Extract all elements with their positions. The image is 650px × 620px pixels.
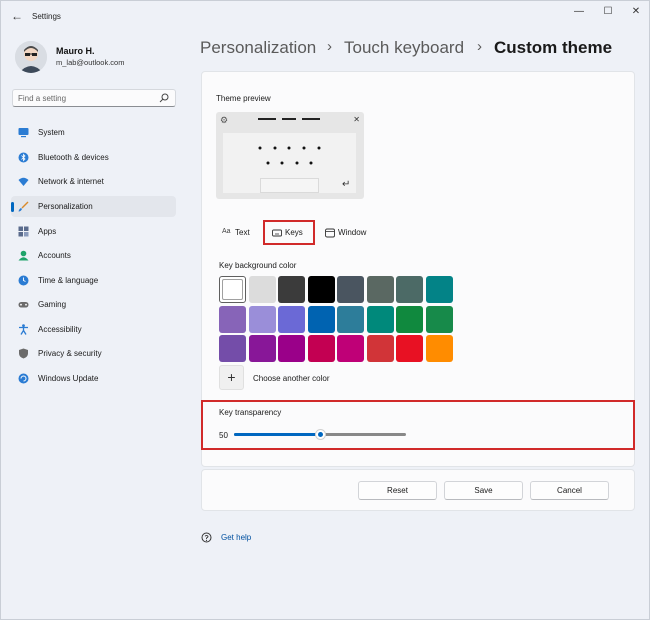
color-swatch[interactable] [425, 335, 453, 362]
close-button[interactable]: ✕ [628, 6, 644, 18]
sidebar-item-label: Personalization [38, 202, 93, 211]
handle-dashes [258, 118, 320, 120]
search-box[interactable] [12, 89, 176, 107]
sidebar-item-time-language[interactable]: Time & language [11, 270, 176, 291]
back-arrow-icon[interactable]: ← [9, 9, 25, 23]
avatar-icon [15, 41, 47, 73]
tab-text[interactable]: Aa Text [222, 223, 256, 243]
sidebar-item-label: Network & internet [38, 177, 104, 186]
color-swatch[interactable] [425, 305, 453, 333]
title-bar: ← Settings — ☐ ✕ [1, 1, 650, 31]
text-aa-icon: Aa [222, 228, 231, 235]
sidebar-item-label: Accounts [38, 251, 71, 260]
sidebar-item-label: System [38, 128, 65, 137]
tab-window-label: Window [338, 228, 367, 237]
sidebar-item-apps[interactable]: Apps [11, 221, 176, 242]
monitor-icon [18, 128, 29, 138]
key-background-label: Key background color [219, 261, 297, 270]
breadcrumb-separator: › [327, 38, 332, 55]
shield-icon [19, 348, 28, 359]
brush-icon [18, 201, 29, 212]
app-title: Settings [32, 12, 61, 21]
color-swatch[interactable] [307, 276, 335, 303]
gear-icon: ⚙ [220, 115, 229, 125]
help-icon[interactable] [201, 532, 212, 543]
apps-icon [18, 226, 29, 237]
sidebar-item-accounts[interactable]: Accounts [11, 245, 176, 266]
breadcrumb-separator: › [477, 38, 482, 55]
color-swatch[interactable] [278, 305, 305, 333]
user-name: Mauro H. [56, 46, 95, 56]
keys-tab-highlight [263, 220, 315, 245]
settings-window: ← Settings — ☐ ✕ Mauro H. m_lab@outlook.… [0, 0, 650, 620]
color-swatch[interactable] [219, 335, 246, 362]
sidebar-item-personalization[interactable]: Personalization [11, 196, 176, 217]
color-swatch[interactable] [307, 305, 335, 333]
cancel-button[interactable]: Cancel [530, 481, 609, 500]
sidebar-item-system[interactable]: System [11, 122, 176, 143]
color-swatch[interactable] [248, 335, 276, 362]
page-title: Custom theme [494, 38, 613, 57]
enter-icon: ↵ [342, 179, 351, 190]
search-input[interactable] [18, 92, 158, 105]
color-swatch[interactable] [366, 335, 394, 362]
color-swatch[interactable] [366, 276, 394, 303]
sidebar-item-windows-update[interactable]: Windows Update [11, 368, 176, 389]
sidebar-item-label: Apps [38, 227, 57, 236]
globe-clock-icon [18, 275, 29, 286]
wifi-icon [18, 177, 29, 186]
color-swatch[interactable] [278, 276, 305, 303]
update-icon [18, 373, 29, 384]
accessibility-icon [19, 324, 28, 335]
person-icon [18, 250, 29, 261]
color-swatch[interactable] [248, 305, 276, 333]
color-swatch[interactable] [366, 305, 394, 333]
search-icon[interactable] [159, 93, 169, 103]
maximize-button[interactable]: ☐ [600, 6, 616, 18]
color-swatch[interactable] [425, 276, 453, 303]
bluetooth-icon [18, 152, 29, 163]
sidebar-item-accessibility[interactable]: Accessibility [11, 319, 176, 340]
color-swatch[interactable] [396, 335, 423, 362]
save-button[interactable]: Save [444, 481, 523, 500]
color-swatch[interactable] [248, 276, 276, 303]
color-swatch[interactable] [396, 276, 423, 303]
sidebar-item-bluetooth[interactable]: Bluetooth & devices [11, 147, 176, 168]
color-swatch[interactable] [307, 335, 335, 362]
color-swatch[interactable] [219, 276, 246, 303]
close-icon: ✕ [353, 115, 360, 124]
controller-icon [18, 302, 29, 308]
tab-text-label: Text [235, 228, 250, 237]
sidebar-item-label: Windows Update [38, 374, 99, 383]
sidebar-item-privacy[interactable]: Privacy & security [11, 343, 176, 364]
color-swatch[interactable] [337, 335, 364, 362]
sidebar-item-gaming[interactable]: Gaming [11, 294, 176, 315]
breadcrumb-touch-keyboard[interactable]: Touch keyboard [344, 38, 464, 58]
minimize-button[interactable]: — [571, 6, 587, 18]
sidebar-item-label: Time & language [38, 276, 99, 285]
theme-preview-label: Theme preview [216, 94, 271, 103]
add-color-button[interactable]: + [219, 365, 244, 390]
color-swatch[interactable] [278, 335, 305, 362]
sidebar-item-label: Accessibility [38, 325, 82, 334]
tab-window[interactable]: Window [325, 223, 373, 243]
key-transparency-highlight [201, 400, 635, 450]
user-email: m_lab@outlook.com [56, 58, 125, 67]
sidebar-item-label: Privacy & security [38, 349, 102, 358]
sidebar-item-label: Gaming [38, 300, 67, 309]
avatar[interactable] [15, 41, 47, 73]
color-swatch[interactable] [219, 305, 246, 333]
preview-spacebar [260, 178, 319, 193]
window-icon [325, 228, 335, 238]
sidebar-item-label: Bluetooth & devices [38, 153, 109, 162]
reset-button[interactable]: Reset [358, 481, 437, 500]
color-swatch[interactable] [396, 305, 423, 333]
choose-another-color-link[interactable]: Choose another color [253, 374, 330, 383]
breadcrumb-personalization[interactable]: Personalization [200, 38, 316, 58]
sidebar-item-network[interactable]: Network & internet [11, 171, 176, 192]
color-swatch[interactable] [337, 305, 364, 333]
color-swatch[interactable] [337, 276, 364, 303]
get-help-link[interactable]: Get help [221, 533, 251, 542]
